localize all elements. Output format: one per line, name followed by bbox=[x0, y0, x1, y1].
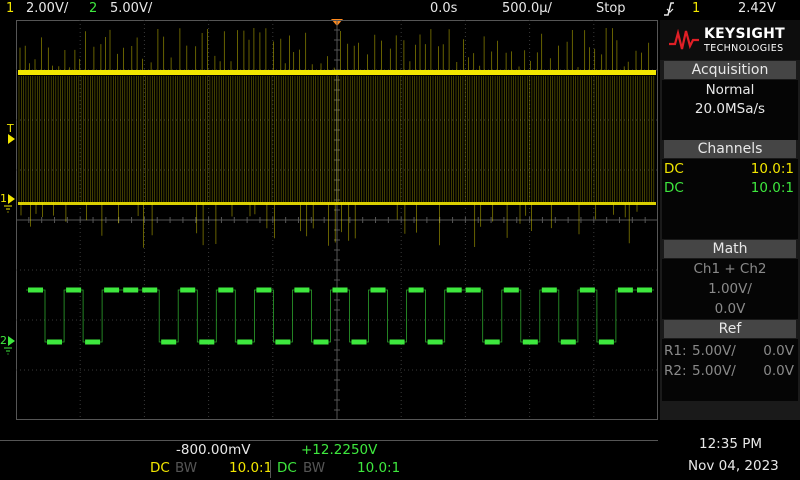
scope-graticule bbox=[15, 19, 659, 421]
ch2-footer-probe: 10.0:1 bbox=[357, 460, 401, 476]
brand-logo: KEYSIGHT TECHNOLOGIES bbox=[660, 20, 800, 60]
ref-section[interactable]: R1: 5.00V/ 0.0V R2: 5.00V/ 0.0V bbox=[662, 339, 798, 401]
math-section[interactable]: Ch1 + Ch2 1.00V/ 0.0V bbox=[662, 259, 798, 319]
time-delay[interactable]: 0.0s bbox=[430, 1, 457, 16]
ref1-name: R1: bbox=[664, 343, 687, 359]
brand-sub: TECHNOLOGIES bbox=[704, 43, 784, 54]
brand-name: KEYSIGHT bbox=[704, 26, 785, 42]
ch1-coupling: DC bbox=[664, 161, 684, 177]
status-bar: 1 2.00V/ 2 5.00V/ 0.0s 500.0µ/ Stop 1 2.… bbox=[0, 0, 800, 19]
ref2-scale: 5.00V/ bbox=[692, 363, 736, 379]
waveform-display[interactable] bbox=[15, 19, 659, 421]
ch1-probe: 10.0:1 bbox=[750, 161, 794, 177]
bottom-bar: -800.00mV +12.2250V DC BW 10.0:1 DC BW 1… bbox=[0, 420, 800, 480]
keysight-wave-icon bbox=[669, 29, 699, 50]
trigger-level[interactable]: 2.42V bbox=[738, 1, 776, 16]
math-scale: 1.00V/ bbox=[708, 281, 752, 297]
ch2-probe: 10.0:1 bbox=[750, 180, 794, 196]
clock-time: 12:35 PM bbox=[699, 436, 762, 452]
math-title[interactable]: Math bbox=[664, 240, 796, 258]
math-expression: Ch1 + Ch2 bbox=[693, 261, 767, 277]
time-scale[interactable]: 500.0µ/ bbox=[502, 1, 552, 16]
ch1-number[interactable]: 1 bbox=[6, 1, 14, 16]
acquisition-title[interactable]: Acquisition bbox=[664, 61, 796, 79]
ref2-offset: 0.0V bbox=[763, 363, 794, 379]
ch2-coupling: DC bbox=[664, 180, 684, 196]
ch1-ground-label: 1 bbox=[0, 192, 7, 205]
ch2-footer-coupling: DC bbox=[277, 460, 297, 476]
ch1-footer-coupling: DC bbox=[150, 460, 170, 476]
ref1-offset: 0.0V bbox=[763, 343, 794, 359]
ref1-scale: 5.00V/ bbox=[692, 343, 736, 359]
ch1-scale[interactable]: 2.00V/ bbox=[26, 1, 68, 16]
ch2-waveform bbox=[26, 287, 654, 345]
channels-section[interactable]: DC 10.0:1 DC 10.0:1 bbox=[662, 159, 798, 239]
side-panel: KEYSIGHT TECHNOLOGIES Acquisition Normal… bbox=[660, 20, 800, 420]
run-state[interactable]: Stop bbox=[596, 1, 626, 16]
ch2-ground-label: 2 bbox=[0, 334, 7, 347]
ch2-number[interactable]: 2 bbox=[89, 1, 97, 16]
ch1-footer-probe: 10.0:1 bbox=[229, 460, 273, 476]
ref2-name: R2: bbox=[664, 363, 687, 379]
falling-edge-icon bbox=[662, 1, 676, 21]
acquisition-mode: Normal bbox=[705, 82, 755, 98]
trigger-source[interactable]: 1 bbox=[692, 1, 700, 16]
ch1-offset[interactable]: -800.00mV bbox=[176, 442, 251, 458]
ref-title[interactable]: Ref bbox=[664, 320, 796, 338]
ch2-bw-limit: BW bbox=[303, 460, 326, 476]
math-offset: 0.0V bbox=[714, 301, 746, 317]
acquisition-section[interactable]: Normal 20.0MSa/s bbox=[662, 80, 798, 140]
sample-rate: 20.0MSa/s bbox=[694, 101, 766, 117]
bottom-divider bbox=[0, 440, 658, 441]
ch1-bw-limit: BW bbox=[175, 460, 198, 476]
ch2-offset[interactable]: +12.2250V bbox=[301, 442, 377, 458]
ch2-scale[interactable]: 5.00V/ bbox=[110, 1, 152, 16]
clock-date: Nov 04, 2023 bbox=[688, 458, 779, 474]
ch2-ground-marker[interactable]: 2 bbox=[0, 334, 15, 355]
trigger-level-marker[interactable]: T bbox=[7, 122, 15, 144]
channels-title[interactable]: Channels bbox=[664, 140, 796, 158]
ch1-ground-marker[interactable]: 1 bbox=[0, 192, 15, 213]
footer-separator bbox=[270, 460, 271, 478]
